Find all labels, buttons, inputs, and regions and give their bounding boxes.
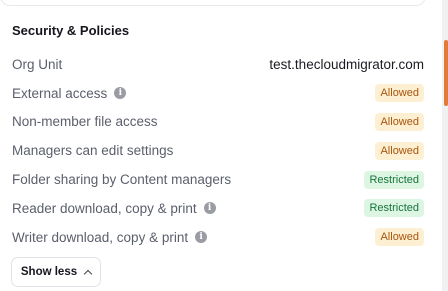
policy-row-managers-edit-settings: Managers can edit settings Allowed: [12, 136, 424, 165]
policy-row-reader-download: Reader download, copy & print i Restricte…: [12, 194, 424, 223]
policy-row-non-member-file-access: Non-member file access Allowed: [12, 108, 424, 137]
status-badge: Restricted: [364, 170, 424, 189]
info-icon[interactable]: i: [203, 202, 216, 215]
policy-label: Folder sharing by Content managers: [12, 172, 231, 187]
info-icon[interactable]: i: [195, 231, 208, 244]
status-badge: Restricted: [364, 199, 424, 218]
policy-list: Org Unit test.thecloudmigrator.com Exter…: [12, 50, 424, 252]
policy-label: Reader download, copy & print i: [12, 201, 216, 216]
info-icon[interactable]: i: [114, 87, 127, 100]
show-less-button[interactable]: Show less: [11, 257, 101, 287]
show-less-label: Show less: [20, 266, 78, 278]
status-badge: Allowed: [375, 84, 424, 103]
policy-row-folder-sharing: Folder sharing by Content managers Restr…: [12, 165, 424, 194]
policy-label: Org Unit: [12, 57, 62, 72]
org-unit-value: test.thecloudmigrator.com: [269, 56, 424, 72]
chevron-up-icon: [83, 269, 93, 278]
policy-label: External access i: [12, 85, 127, 101]
policy-row-org-unit: Org Unit test.thecloudmigrator.com: [12, 50, 424, 79]
status-badge: Allowed: [375, 141, 424, 160]
policy-row-external-access: External access i Allowed: [12, 79, 424, 108]
policy-label: Writer download, copy & print i: [12, 229, 208, 245]
previous-card-edge: [0, 0, 426, 6]
policy-row-writer-download: Writer download, copy & print i Allowed: [12, 223, 424, 252]
policy-label-text: External access: [12, 85, 108, 101]
section-title: Security & Policies: [12, 23, 130, 38]
scrollbar-thumb[interactable]: [444, 40, 448, 106]
policy-label-text: Writer download, copy & print: [12, 229, 189, 245]
status-badge: Allowed: [375, 228, 424, 247]
policy-label-text: Managers can edit settings: [12, 143, 174, 159]
status-badge: Allowed: [375, 112, 424, 131]
policy-label-text: Non-member file access: [12, 114, 158, 130]
policy-label: Managers can edit settings: [12, 143, 173, 158]
policy-label-text: Org Unit: [12, 56, 63, 72]
policy-label: Non-member file access: [12, 114, 158, 129]
policy-label-text: Folder sharing by Content managers: [12, 172, 232, 188]
policy-label-text: Reader download, copy & print: [12, 200, 197, 216]
